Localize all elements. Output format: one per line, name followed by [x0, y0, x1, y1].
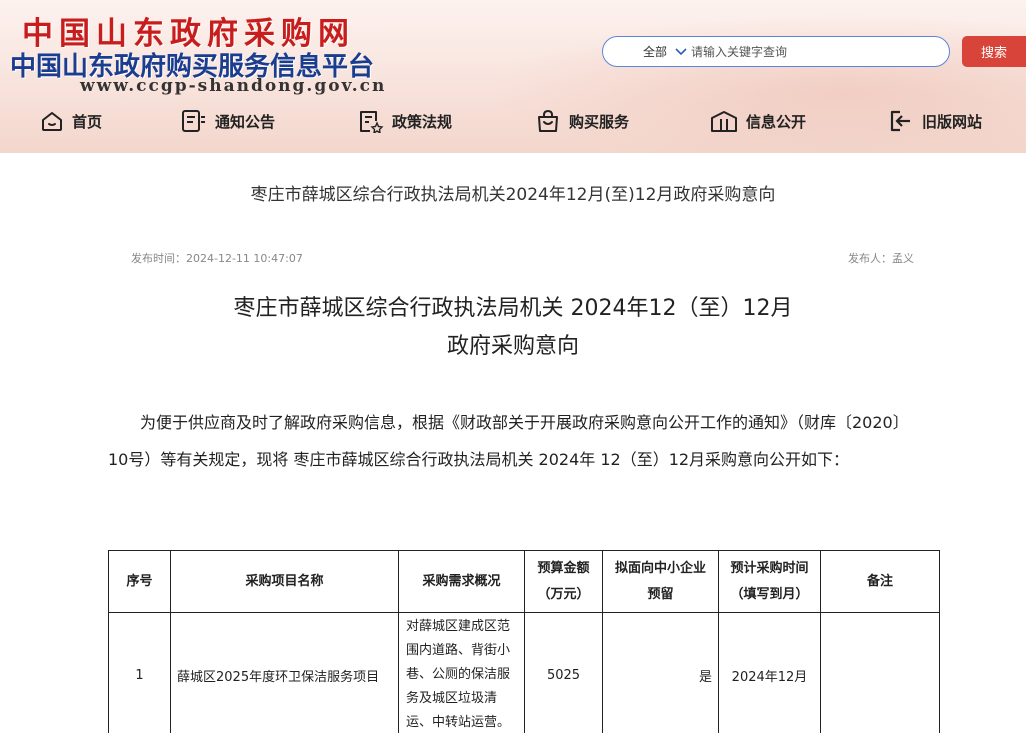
header-budget-line2: （万元）	[537, 586, 590, 602]
search-scope-select[interactable]: 全部	[603, 43, 673, 60]
header-time-line1: 预计采购时间	[730, 560, 809, 576]
document-title-line1: 枣庄市薛城区综合行政执法局机关 2024年12（至）12月	[233, 296, 793, 321]
nav-item-old-site[interactable]: 旧版网站	[888, 102, 982, 140]
nav-label: 首页	[72, 112, 103, 131]
nav-label: 信息公开	[746, 112, 807, 131]
header-budget-line1: 预算金额	[537, 560, 590, 576]
nav-label: 购买服务	[569, 112, 630, 131]
nav-item-disclosure[interactable]: 信息公开	[710, 102, 806, 140]
logo-url: www.ccgp-shandong.gov.cn	[80, 76, 387, 96]
cell-budget: 5025	[524, 612, 603, 733]
exit-icon	[890, 110, 910, 132]
main-nav: 首页 通知公告 政策法规 购买服务 信息公开 旧版网站	[0, 102, 1026, 140]
header-sme-line2: 预留	[647, 586, 674, 602]
home-icon	[42, 112, 62, 131]
nav-item-services[interactable]: 购买服务	[535, 102, 629, 140]
nav-label: 政策法规	[392, 112, 453, 131]
nav-item-home[interactable]: 首页	[40, 102, 102, 140]
cell-sme: 是	[602, 612, 719, 733]
nav-item-policies[interactable]: 政策法规	[358, 102, 452, 140]
header-sme-line1: 拟面向中小企业	[614, 560, 706, 576]
policy-icon	[360, 111, 384, 133]
header-time-line2: （填写到月）	[730, 586, 809, 602]
cell-time: 2024年12月	[718, 612, 821, 733]
document-title: 枣庄市薛城区综合行政执法局机关 2024年12（至）12月 政府采购意向	[0, 290, 1026, 366]
cell-name: 薛城区2025年度环卫保洁服务项目	[170, 612, 399, 733]
header-seq: 序号	[108, 550, 171, 613]
procurement-table: 序号 采购项目名称 采购需求概况 预算金额 （万元） 拟面向中小企业 预留 预计…	[108, 550, 940, 733]
cell-remark	[820, 612, 940, 733]
header-remark: 备注	[820, 550, 940, 613]
chevron-down-icon[interactable]	[673, 46, 689, 58]
intro-paragraph: 为便于供应商及时了解政府采购信息，根据《财政部关于开展政府采购意向公开工作的通知…	[108, 413, 909, 469]
header-budget: 预算金额 （万元）	[524, 550, 603, 613]
table-row: 1 薛城区2025年度环卫保洁服务项目 对薛城区建成区范围内道路、背街小巷、公厕…	[108, 612, 940, 733]
nav-label: 通知公告	[215, 112, 276, 131]
site-header: 中国山东政府采购网 中国山东政府购买服务信息平台 www.ccgp-shando…	[0, 0, 1026, 153]
header-sme: 拟面向中小企业 预留	[602, 550, 719, 613]
site-logo[interactable]: 中国山东政府采购网 中国山东政府购买服务信息平台 www.ccgp-shando…	[10, 8, 470, 96]
notice-icon	[182, 110, 205, 132]
search-input[interactable]	[689, 38, 949, 65]
building-icon	[711, 111, 737, 132]
page-title: 枣庄市薛城区综合行政执法局机关2024年12月(至)12月政府采购意向	[250, 185, 776, 205]
header-desc: 采购需求概况	[398, 550, 525, 613]
document-title-line2: 政府采购意向	[446, 334, 579, 359]
cell-desc: 对薛城区建成区范围内道路、背街小巷、公厕的保洁服务及城区垃圾清运、中转站运营。	[398, 612, 525, 733]
header-name: 采购项目名称	[170, 550, 399, 613]
cell-seq: 1	[108, 612, 171, 733]
publish-time: 发布时间：2024-12-11 10:47:07	[131, 252, 303, 265]
nav-label: 旧版网站	[922, 112, 983, 131]
publisher: 发布人：孟义	[848, 252, 914, 265]
header-time: 预计采购时间 （填写到月）	[718, 550, 821, 613]
shopping-bag-icon	[538, 109, 558, 132]
table-header-row: 序号 采购项目名称 采购需求概况 预算金额 （万元） 拟面向中小企业 预留 预计…	[108, 550, 940, 613]
search-button[interactable]: 搜索	[962, 36, 1026, 67]
search-box: 全部	[602, 36, 950, 67]
nav-item-notices[interactable]: 通知公告	[181, 102, 275, 140]
